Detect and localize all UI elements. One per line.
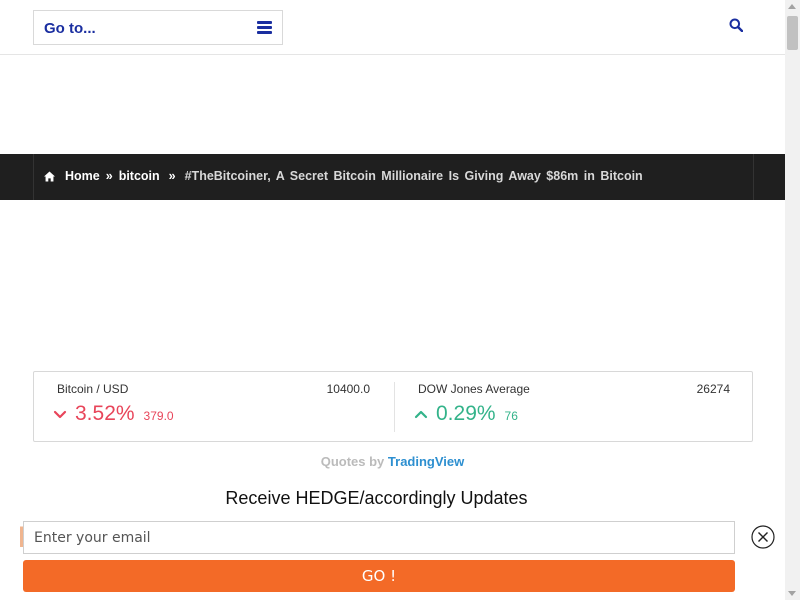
hamburger-icon	[257, 21, 272, 35]
attribution-prefix: Quotes by	[320, 454, 385, 469]
scroll-down-arrow-icon[interactable]	[788, 591, 796, 596]
ticker-item-bitcoin[interactable]: Bitcoin / USD 10400.0 3.52% 379.0	[34, 372, 394, 443]
ticker-change-percent: 0.29%	[436, 402, 496, 425]
goto-label: Go to...	[44, 20, 96, 37]
breadcrumb-separator: »	[168, 169, 176, 183]
quotes-attribution: Quotes by TradingView	[0, 454, 785, 469]
ticker-change: 3.52% 379.0	[53, 402, 174, 426]
ticker-symbol-name: DOW Jones Average	[418, 382, 530, 396]
chevron-up-icon	[414, 410, 428, 419]
scrollbar[interactable]	[785, 0, 800, 600]
breadcrumb-bar: Home » bitcoin » #TheBitcoiner, A Secret…	[0, 154, 785, 200]
chevron-down-icon	[53, 410, 67, 419]
ticker-change: 0.29% 76	[414, 402, 518, 426]
home-icon	[44, 170, 55, 182]
ticker-item-dow-jones[interactable]: DOW Jones Average 26274 0.29% 76	[394, 382, 754, 432]
search-icon[interactable]	[729, 18, 743, 32]
breadcrumb-home-link[interactable]: Home	[65, 169, 100, 183]
ticker-change-absolute: 76	[504, 409, 518, 423]
breadcrumb-container: Home » bitcoin » #TheBitcoiner, A Secret…	[33, 154, 754, 200]
ticker-change-absolute: 379.0	[143, 409, 174, 423]
scroll-thumb[interactable]	[787, 16, 798, 50]
ticker-symbol-name: Bitcoin / USD	[57, 382, 129, 396]
goto-menu-dropdown[interactable]: Go to...	[33, 10, 283, 45]
ticker-widget[interactable]: Bitcoin / USD 10400.0 3.52% 379.0 DOW Jo…	[33, 371, 753, 442]
ticker-change-percent: 3.52%	[75, 402, 135, 425]
ticker-price: 26274	[696, 382, 730, 396]
close-icon[interactable]	[751, 525, 775, 549]
ticker-price: 10400.0	[326, 382, 370, 396]
subscribe-go-button[interactable]: GO !	[23, 560, 735, 592]
subscribe-title: Receive HEDGE/accordingly Updates	[225, 488, 528, 508]
email-field[interactable]	[23, 521, 735, 554]
tradingview-link[interactable]: TradingView	[388, 454, 464, 469]
breadcrumb-separator: »	[105, 169, 113, 183]
breadcrumb-category-link[interactable]: bitcoin	[119, 169, 160, 183]
breadcrumb: Home » bitcoin » #TheBitcoiner, A Secret…	[44, 169, 643, 183]
scroll-up-arrow-icon[interactable]	[788, 4, 796, 9]
breadcrumb-current-page: #TheBitcoiner, A Secret Bitcoin Milliona…	[184, 169, 643, 183]
top-header: Go to...	[0, 0, 785, 55]
